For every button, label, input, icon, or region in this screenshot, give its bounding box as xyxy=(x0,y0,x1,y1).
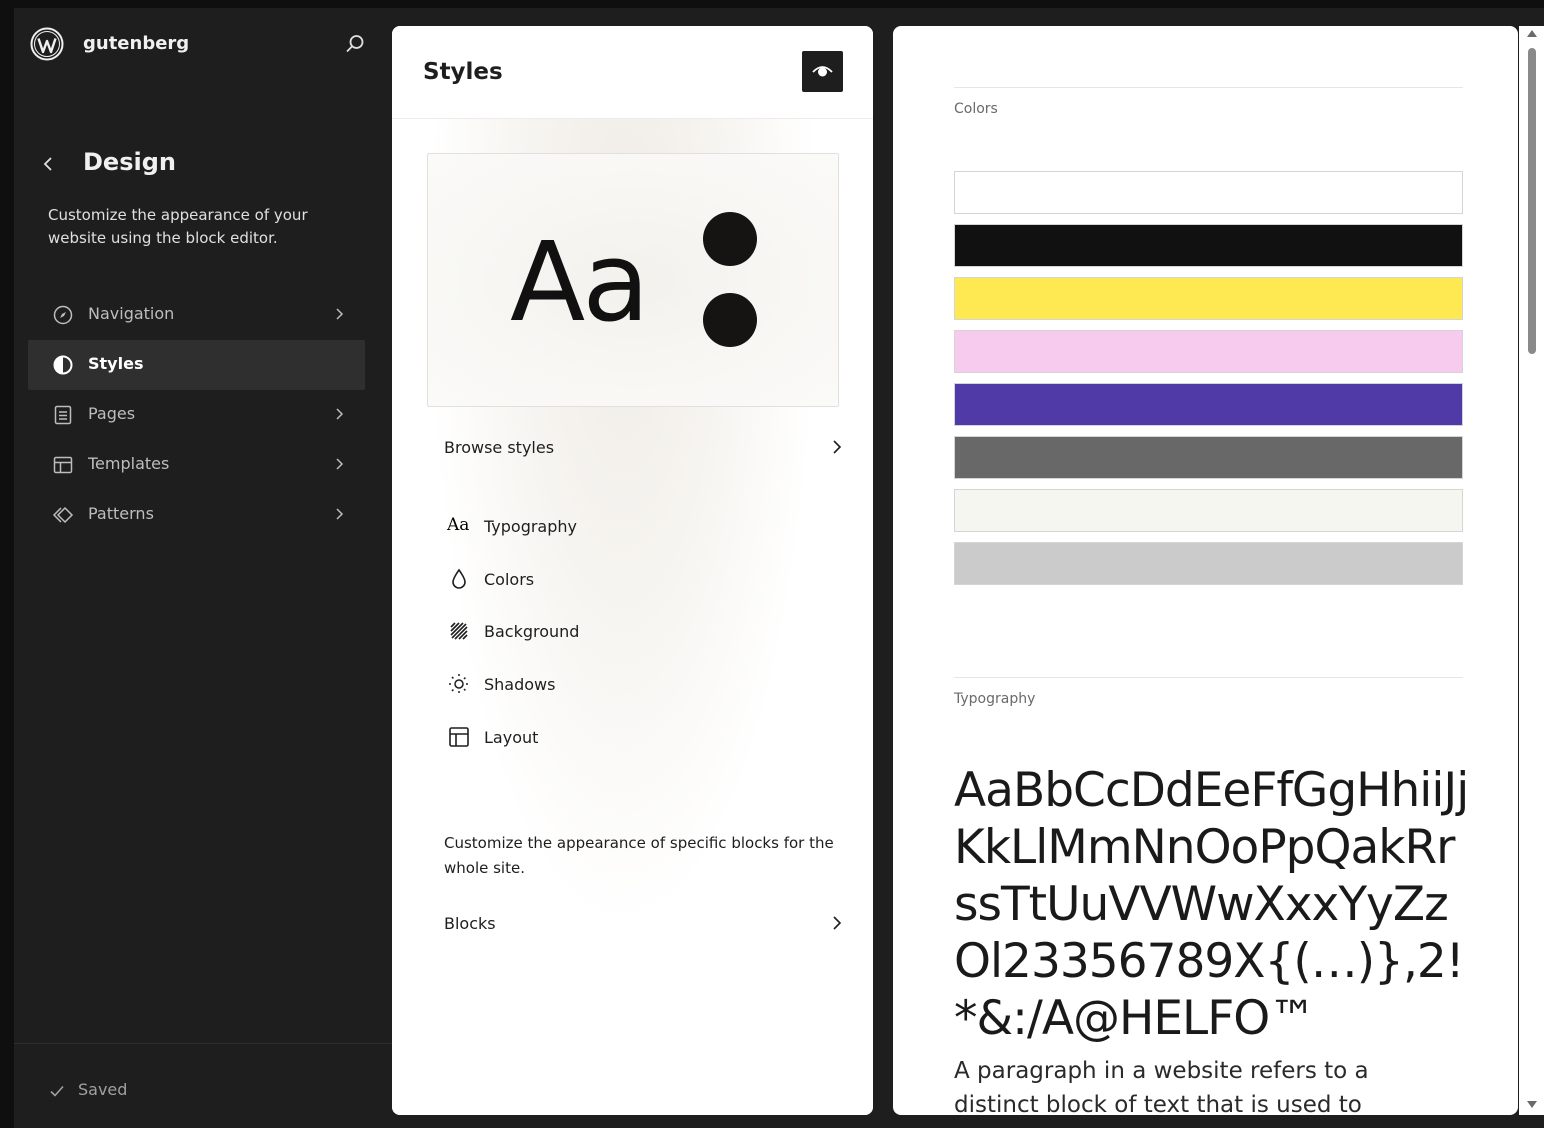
back-chevron-icon[interactable] xyxy=(40,152,56,176)
color-swatch[interactable] xyxy=(954,330,1463,373)
styles-panel-title: Styles xyxy=(423,59,503,85)
chevron-right-icon xyxy=(833,916,842,930)
background-label: Background xyxy=(484,622,580,641)
wordpress-logo-icon[interactable] xyxy=(30,27,64,61)
chevron-right-icon xyxy=(336,458,344,470)
sidebar-item-styles[interactable]: Styles xyxy=(28,340,365,390)
colors-section-label: Colors xyxy=(954,101,998,117)
blocks-label: Blocks xyxy=(444,914,496,933)
color-swatch[interactable] xyxy=(954,489,1463,532)
typography-icon: Aa xyxy=(447,515,470,535)
chevron-right-icon xyxy=(336,508,344,520)
sidebar-item-templates[interactable]: Templates xyxy=(28,440,365,490)
color-swatch[interactable] xyxy=(954,436,1463,479)
styles-panel: Styles Aa Browse styles Aa Typography Co… xyxy=(392,26,873,1115)
shadows-icon xyxy=(449,674,469,694)
window-left-edge xyxy=(0,8,14,1128)
divider xyxy=(954,677,1463,678)
sidebar-footer-divider xyxy=(14,1043,392,1044)
pages-icon xyxy=(54,405,72,425)
sidebar-item-label: Styles xyxy=(88,354,144,373)
layout-label: Layout xyxy=(484,728,539,747)
layout-icon xyxy=(449,727,469,747)
blocks-button[interactable]: Blocks xyxy=(444,909,844,939)
search-icon[interactable] xyxy=(344,33,366,55)
color-swatch[interactable] xyxy=(954,277,1463,320)
chevron-right-icon xyxy=(336,408,344,420)
background-icon xyxy=(450,622,468,640)
divider xyxy=(954,87,1463,88)
chevron-right-icon xyxy=(336,308,344,320)
patterns-icon xyxy=(52,506,74,524)
colors-icon xyxy=(452,568,466,589)
templates-icon xyxy=(53,456,73,474)
color-swatch[interactable] xyxy=(954,542,1463,585)
typography-label: Typography xyxy=(484,517,577,536)
sidebar-item-patterns[interactable]: Patterns xyxy=(28,490,365,540)
style-book-button[interactable] xyxy=(802,51,843,92)
page-title: Design xyxy=(83,148,176,176)
colors-label: Colors xyxy=(484,570,535,589)
color-swatch[interactable] xyxy=(954,383,1463,426)
sidebar-item-label: Navigation xyxy=(88,304,175,323)
typography-section-label: Typography xyxy=(954,691,1036,707)
page-description: Customize the appearance of your website… xyxy=(48,206,308,247)
paragraph-sample: A paragraph in a website refers to a dis… xyxy=(954,1058,1369,1115)
style-preview[interactable]: Aa xyxy=(427,153,839,407)
scroll-up-arrow-icon[interactable] xyxy=(1527,30,1537,37)
style-preview-text: Aa xyxy=(510,218,650,346)
sidebar-item-navigation[interactable]: Navigation xyxy=(28,290,365,340)
site-name[interactable]: gutenberg xyxy=(83,33,189,54)
color-swatch[interactable] xyxy=(954,171,1463,214)
browse-styles-button[interactable]: Browse styles xyxy=(444,433,844,463)
save-status: Saved xyxy=(78,1080,128,1099)
canvas-scrollbar[interactable] xyxy=(1519,26,1544,1115)
style-preview-color-dot xyxy=(703,212,757,266)
sidebar-item-label: Templates xyxy=(88,454,170,473)
styles-panel-header: Styles xyxy=(392,26,873,119)
chevron-right-icon xyxy=(833,440,842,454)
styles-icon xyxy=(53,355,73,375)
design-navigation: Navigation Styles Pages Templates Patter… xyxy=(28,290,365,540)
eye-icon xyxy=(812,66,833,77)
style-preview-color-dot xyxy=(703,293,757,347)
styles-panel-body: Aa Browse styles Aa Typography Colors Ba… xyxy=(392,119,873,1115)
scroll-down-arrow-icon[interactable] xyxy=(1527,1101,1537,1108)
check-icon xyxy=(50,1085,64,1097)
typography-sample: AaBbCcDdEeFfGgHhiiJjKkLlMmNnOoPpQakRrssT… xyxy=(954,763,1469,1046)
sidebar-item-pages[interactable]: Pages xyxy=(28,390,365,440)
browse-styles-label: Browse styles xyxy=(444,438,555,457)
color-swatch[interactable] xyxy=(954,224,1463,267)
style-book-canvas: Colors Typography AaBbCcDdEeFfGgHhiiJjKk… xyxy=(893,26,1518,1115)
sidebar-item-label: Patterns xyxy=(88,504,154,523)
sidebar-item-label: Pages xyxy=(88,404,136,423)
blocks-description: Customize the appearance of specific blo… xyxy=(444,834,834,877)
shadows-label: Shadows xyxy=(484,675,556,694)
navigation-icon xyxy=(53,305,73,325)
site-editor-sidebar: gutenberg Design Customize the appearanc… xyxy=(14,8,392,1128)
scrollbar-thumb[interactable] xyxy=(1528,48,1536,354)
window-top-bar xyxy=(0,0,1544,8)
